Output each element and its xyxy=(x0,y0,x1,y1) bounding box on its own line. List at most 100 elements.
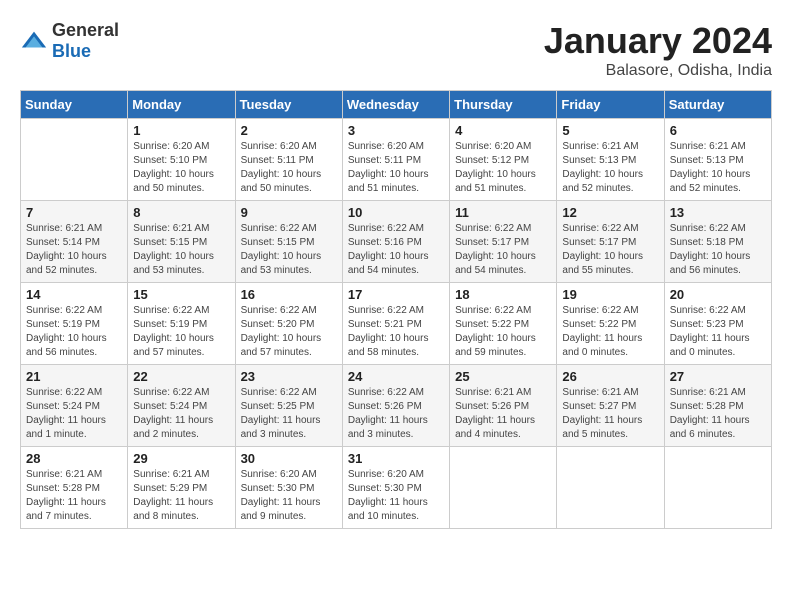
day-number: 2 xyxy=(241,123,337,138)
calendar-cell: 1 Sunrise: 6:20 AMSunset: 5:10 PMDaylight… xyxy=(128,119,235,201)
day-number: 1 xyxy=(133,123,229,138)
weekday-header-tuesday: Tuesday xyxy=(235,91,342,119)
calendar-cell: 11Sunrise: 6:22 AMSunset: 5:17 PMDayligh… xyxy=(450,201,557,283)
calendar-cell: 22 Sunrise: 6:22 AMSunset: 5:24 PMDayligh… xyxy=(128,365,235,447)
calendar-cell: 24Sunrise: 6:22 AMSunset: 5:26 PMDayligh… xyxy=(342,365,449,447)
day-number: 16 xyxy=(241,287,337,302)
calendar-table: SundayMondayTuesdayWednesdayThursdayFrid… xyxy=(20,90,772,529)
cell-info: Sunrise: 6:21 AMSunset: 5:13 PMDaylight:… xyxy=(562,140,658,196)
calendar-cell: 20 Sunrise: 6:22 AMSunset: 5:23 PMDayligh… xyxy=(664,283,771,365)
day-number: 17 xyxy=(348,287,444,302)
cell-info: Sunrise: 6:22 AMSunset: 5:19 PMDaylight:… xyxy=(26,304,122,360)
calendar-cell: 25 Sunrise: 6:21 AMSunset: 5:26 PMDayligh… xyxy=(450,365,557,447)
calendar-cell: 29Sunrise: 6:21 AMSunset: 5:29 PMDayligh… xyxy=(128,447,235,529)
cell-info: Sunrise: 6:22 AMSunset: 5:17 PMDaylight:… xyxy=(562,222,658,278)
title-block: January 2024 Balasore, Odisha, India xyxy=(544,20,772,80)
week-row-1: 1 Sunrise: 6:20 AMSunset: 5:10 PMDaylight… xyxy=(21,119,772,201)
day-number: 5 xyxy=(562,123,658,138)
day-number: 26 xyxy=(562,369,658,384)
calendar-cell: 9Sunrise: 6:22 AMSunset: 5:15 PMDaylight… xyxy=(235,201,342,283)
weekday-header-wednesday: Wednesday xyxy=(342,91,449,119)
calendar-cell xyxy=(450,447,557,529)
calendar-cell: 18 Sunrise: 6:22 AMSunset: 5:22 PMDayligh… xyxy=(450,283,557,365)
calendar-cell: 21 Sunrise: 6:22 AMSunset: 5:24 PMDayligh… xyxy=(21,365,128,447)
cell-info: Sunrise: 6:21 AMSunset: 5:14 PMDaylight:… xyxy=(26,222,122,278)
weekday-header-row: SundayMondayTuesdayWednesdayThursdayFrid… xyxy=(21,91,772,119)
calendar-cell: 3Sunrise: 6:20 AMSunset: 5:11 PMDaylight… xyxy=(342,119,449,201)
cell-info: Sunrise: 6:21 AMSunset: 5:26 PMDaylight:… xyxy=(455,386,551,442)
day-number: 23 xyxy=(241,369,337,384)
cell-info: Sunrise: 6:21 AMSunset: 5:27 PMDaylight:… xyxy=(562,386,658,442)
weekday-header-saturday: Saturday xyxy=(664,91,771,119)
day-number: 19 xyxy=(562,287,658,302)
cell-info: Sunrise: 6:22 AMSunset: 5:17 PMDaylight:… xyxy=(455,222,551,278)
calendar-cell: 13 Sunrise: 6:22 AMSunset: 5:18 PMDayligh… xyxy=(664,201,771,283)
day-number: 12 xyxy=(562,205,658,220)
cell-info: Sunrise: 6:20 AMSunset: 5:11 PMDaylight:… xyxy=(241,140,337,196)
page-header: General Blue January 2024 Balasore, Odis… xyxy=(20,20,772,80)
day-number: 28 xyxy=(26,451,122,466)
day-number: 9 xyxy=(241,205,337,220)
calendar-cell: 6 Sunrise: 6:21 AMSunset: 5:13 PMDaylight… xyxy=(664,119,771,201)
day-number: 14 xyxy=(26,287,122,302)
calendar-cell: 2 Sunrise: 6:20 AMSunset: 5:11 PMDaylight… xyxy=(235,119,342,201)
calendar-cell xyxy=(664,447,771,529)
cell-info: Sunrise: 6:20 AMSunset: 5:12 PMDaylight:… xyxy=(455,140,551,196)
calendar-cell: 26 Sunrise: 6:21 AMSunset: 5:27 PMDayligh… xyxy=(557,365,664,447)
calendar-cell: 5 Sunrise: 6:21 AMSunset: 5:13 PMDaylight… xyxy=(557,119,664,201)
cell-info: Sunrise: 6:20 AMSunset: 5:30 PMDaylight:… xyxy=(348,468,444,524)
day-number: 6 xyxy=(670,123,766,138)
logo-icon xyxy=(20,27,48,55)
day-number: 4 xyxy=(455,123,551,138)
calendar-cell: 17 Sunrise: 6:22 AMSunset: 5:21 PMDayligh… xyxy=(342,283,449,365)
week-row-2: 7Sunrise: 6:21 AMSunset: 5:14 PMDaylight… xyxy=(21,201,772,283)
calendar-cell: 16 Sunrise: 6:22 AMSunset: 5:20 PMDayligh… xyxy=(235,283,342,365)
month-title: January 2024 xyxy=(544,20,772,62)
day-number: 18 xyxy=(455,287,551,302)
week-row-4: 21 Sunrise: 6:22 AMSunset: 5:24 PMDayligh… xyxy=(21,365,772,447)
day-number: 13 xyxy=(670,205,766,220)
cell-info: Sunrise: 6:20 AMSunset: 5:30 PMDaylight:… xyxy=(241,468,337,524)
week-row-5: 28 Sunrise: 6:21 AMSunset: 5:28 PMDayligh… xyxy=(21,447,772,529)
day-number: 21 xyxy=(26,369,122,384)
day-number: 20 xyxy=(670,287,766,302)
week-row-3: 14 Sunrise: 6:22 AMSunset: 5:19 PMDayligh… xyxy=(21,283,772,365)
day-number: 25 xyxy=(455,369,551,384)
cell-info: Sunrise: 6:22 AMSunset: 5:21 PMDaylight:… xyxy=(348,304,444,360)
cell-info: Sunrise: 6:20 AMSunset: 5:10 PMDaylight:… xyxy=(133,140,229,196)
day-number: 31 xyxy=(348,451,444,466)
calendar-cell: 27Sunrise: 6:21 AMSunset: 5:28 PMDayligh… xyxy=(664,365,771,447)
day-number: 8 xyxy=(133,205,229,220)
cell-info: Sunrise: 6:22 AMSunset: 5:20 PMDaylight:… xyxy=(241,304,337,360)
cell-info: Sunrise: 6:22 AMSunset: 5:23 PMDaylight:… xyxy=(670,304,766,360)
cell-info: Sunrise: 6:22 AMSunset: 5:22 PMDaylight:… xyxy=(562,304,658,360)
calendar-cell: 19 Sunrise: 6:22 AMSunset: 5:22 PMDayligh… xyxy=(557,283,664,365)
cell-info: Sunrise: 6:22 AMSunset: 5:24 PMDaylight:… xyxy=(26,386,122,442)
calendar-body: 1 Sunrise: 6:20 AMSunset: 5:10 PMDaylight… xyxy=(21,119,772,529)
weekday-header-sunday: Sunday xyxy=(21,91,128,119)
weekday-header-monday: Monday xyxy=(128,91,235,119)
cell-info: Sunrise: 6:22 AMSunset: 5:18 PMDaylight:… xyxy=(670,222,766,278)
calendar-cell: 15 Sunrise: 6:22 AMSunset: 5:19 PMDayligh… xyxy=(128,283,235,365)
cell-info: Sunrise: 6:22 AMSunset: 5:24 PMDaylight:… xyxy=(133,386,229,442)
day-number: 3 xyxy=(348,123,444,138)
calendar-cell: 7Sunrise: 6:21 AMSunset: 5:14 PMDaylight… xyxy=(21,201,128,283)
day-number: 24 xyxy=(348,369,444,384)
calendar-cell: 8 Sunrise: 6:21 AMSunset: 5:15 PMDaylight… xyxy=(128,201,235,283)
cell-info: Sunrise: 6:22 AMSunset: 5:25 PMDaylight:… xyxy=(241,386,337,442)
calendar-cell: 12 Sunrise: 6:22 AMSunset: 5:17 PMDayligh… xyxy=(557,201,664,283)
cell-info: Sunrise: 6:22 AMSunset: 5:19 PMDaylight:… xyxy=(133,304,229,360)
cell-info: Sunrise: 6:22 AMSunset: 5:22 PMDaylight:… xyxy=(455,304,551,360)
logo-text-general: General xyxy=(52,20,119,40)
calendar-cell: 14 Sunrise: 6:22 AMSunset: 5:19 PMDayligh… xyxy=(21,283,128,365)
day-number: 22 xyxy=(133,369,229,384)
cell-info: Sunrise: 6:21 AMSunset: 5:28 PMDaylight:… xyxy=(26,468,122,524)
cell-info: Sunrise: 6:21 AMSunset: 5:15 PMDaylight:… xyxy=(133,222,229,278)
cell-info: Sunrise: 6:22 AMSunset: 5:16 PMDaylight:… xyxy=(348,222,444,278)
calendar-cell: 10Sunrise: 6:22 AMSunset: 5:16 PMDayligh… xyxy=(342,201,449,283)
day-number: 29 xyxy=(133,451,229,466)
day-number: 15 xyxy=(133,287,229,302)
calendar-cell: 4 Sunrise: 6:20 AMSunset: 5:12 PMDaylight… xyxy=(450,119,557,201)
cell-info: Sunrise: 6:21 AMSunset: 5:13 PMDaylight:… xyxy=(670,140,766,196)
calendar-cell: 28 Sunrise: 6:21 AMSunset: 5:28 PMDayligh… xyxy=(21,447,128,529)
